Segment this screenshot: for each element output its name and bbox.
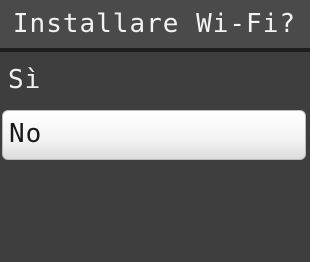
option-yes[interactable]: Sì bbox=[0, 56, 310, 108]
lcd-screen: Installare Wi-Fi? Sì No bbox=[0, 0, 310, 262]
option-no-label: No bbox=[9, 119, 43, 149]
option-no[interactable]: No bbox=[2, 110, 306, 160]
option-yes-label: Sì bbox=[8, 65, 42, 95]
empty-list-area bbox=[0, 162, 310, 262]
page-title: Installare Wi-Fi? bbox=[12, 9, 296, 39]
title-bar: Installare Wi-Fi? bbox=[0, 0, 310, 52]
